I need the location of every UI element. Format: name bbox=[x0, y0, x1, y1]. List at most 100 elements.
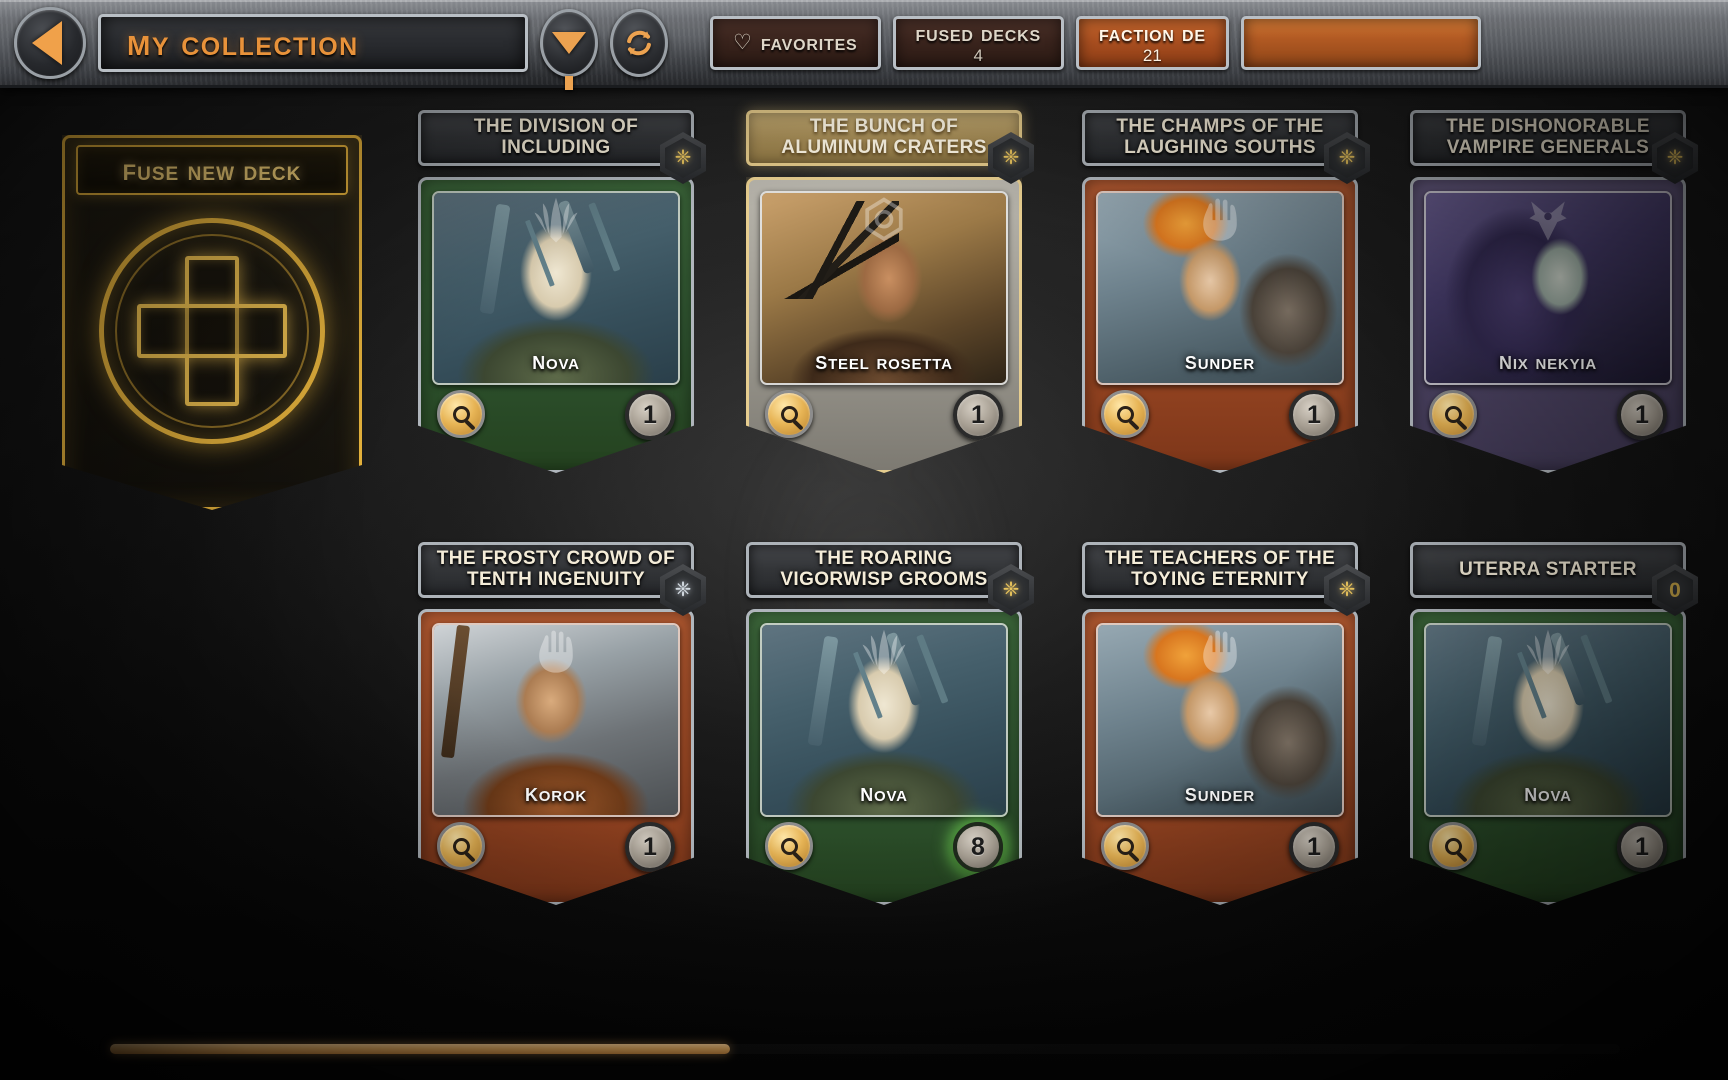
deck-count-badge[interactable]: 1 bbox=[1289, 822, 1339, 872]
deck-card-footer: 1 bbox=[1085, 810, 1355, 902]
rarity-glyph: 0 bbox=[1669, 578, 1681, 602]
deck-title-label: The Teachers of the Toying Eternity bbox=[1104, 548, 1336, 590]
refresh-button[interactable] bbox=[610, 8, 668, 77]
deck-card-footer: 1 bbox=[421, 378, 691, 470]
tab-faction-decks-count: 21 bbox=[1142, 45, 1162, 65]
top-navigation-bar: My Collection ♡ Favorites Fused Decks 4 bbox=[0, 0, 1728, 90]
rarity-glyph: ❈ bbox=[674, 579, 692, 601]
deck-card[interactable]: The Bunch of Aluminum Craters Steel Roset… bbox=[746, 110, 1034, 473]
rarity-glyph: ❈ bbox=[1002, 579, 1020, 601]
deck-row-bottom: The Frosty Crowd of Tenth Ingenuity Korok… bbox=[0, 542, 1728, 922]
rarity-glyph: ❈ bbox=[1666, 147, 1684, 169]
deck-card[interactable]: The Champs of the Laughing Souths Sunder 1… bbox=[1082, 110, 1370, 473]
horizontal-scrollbar-track[interactable] bbox=[110, 1044, 1620, 1054]
deck-title-label: The Bunch of Aluminum Craters bbox=[781, 116, 987, 158]
page-title-plate: My Collection bbox=[98, 13, 528, 72]
deck-count-badge[interactable]: 1 bbox=[625, 822, 675, 872]
deck-count-value: 1 bbox=[971, 400, 985, 429]
deck-title-label: The Champs of the Laughing Souths bbox=[1116, 116, 1324, 158]
magnifier-icon[interactable] bbox=[1429, 390, 1477, 438]
refresh-icon bbox=[627, 30, 651, 55]
rarity-glyph: ❈ bbox=[674, 147, 692, 169]
deck-count-badge[interactable]: 1 bbox=[1617, 390, 1667, 440]
deck-card-body[interactable]: Steel Rosetta 1 bbox=[746, 177, 1022, 473]
faction-symbol-icon bbox=[528, 194, 584, 244]
hero-name: Steel Rosetta bbox=[815, 345, 953, 375]
deck-title-plate[interactable]: The Frosty Crowd of Tenth Ingenuity bbox=[418, 542, 694, 598]
deck-card-body[interactable]: Sunder 1 bbox=[1082, 177, 1358, 473]
horizontal-scrollbar-thumb[interactable] bbox=[110, 1044, 730, 1054]
rarity-glyph: ❈ bbox=[1338, 579, 1356, 601]
hero-name: Nova bbox=[860, 777, 908, 807]
magnifier-icon[interactable] bbox=[765, 822, 813, 870]
deck-count-badge[interactable]: 1 bbox=[1289, 390, 1339, 440]
faction-symbol-icon bbox=[856, 194, 912, 244]
magnifier-icon[interactable] bbox=[437, 822, 485, 870]
deck-card[interactable]: The Dishonorable Vampire Generals Nix Nek… bbox=[1410, 110, 1698, 473]
back-arrow-icon bbox=[32, 20, 62, 65]
magnifier-icon[interactable] bbox=[437, 390, 485, 438]
tab-favorites[interactable]: ♡ Favorites bbox=[710, 15, 881, 70]
tab-faction-decks-label: Faction De bbox=[1098, 19, 1206, 46]
fuse-card-title-plate: Fuse New Deck bbox=[76, 145, 348, 195]
deck-count-value: 1 bbox=[1635, 832, 1649, 861]
deck-title-plate[interactable]: The Champs of the Laughing Souths bbox=[1082, 110, 1358, 166]
tab-favorites-label: Favorites bbox=[760, 29, 858, 55]
tab-fused-decks-count: 4 bbox=[973, 45, 983, 65]
back-button[interactable] bbox=[14, 6, 86, 79]
faction-symbol-icon bbox=[1520, 626, 1576, 676]
tab-fused-decks[interactable]: Fused Decks 4 bbox=[892, 15, 1064, 70]
faction-symbol-icon bbox=[856, 626, 912, 676]
heart-icon: ♡ bbox=[733, 31, 752, 54]
tab-extra[interactable] bbox=[1240, 15, 1481, 70]
deck-card[interactable]: Uterra Starter Nova 1 0 bbox=[1410, 542, 1698, 905]
deck-title-plate[interactable]: The Division of Including bbox=[418, 110, 694, 166]
deck-count-badge[interactable]: 1 bbox=[953, 390, 1003, 440]
deck-count-badge[interactable]: 8 bbox=[953, 822, 1003, 872]
magnifier-icon[interactable] bbox=[1101, 822, 1149, 870]
deck-title-label: Uterra Starter bbox=[1459, 558, 1637, 580]
deck-card-footer: 1 bbox=[1413, 378, 1683, 470]
hero-name: Nova bbox=[532, 345, 580, 375]
hero-name: Nix Nekyia bbox=[1499, 345, 1597, 375]
deck-title-plate[interactable]: The Dishonorable Vampire Generals bbox=[1410, 110, 1686, 166]
deck-card[interactable]: The Frosty Crowd of Tenth Ingenuity Korok… bbox=[418, 542, 706, 905]
tab-fused-decks-label: Fused Decks bbox=[915, 19, 1041, 46]
deck-count-badge[interactable]: 1 bbox=[1617, 822, 1667, 872]
deck-title-plate[interactable]: Uterra Starter bbox=[1410, 542, 1686, 598]
deck-card-body[interactable]: Sunder 1 bbox=[1082, 609, 1358, 905]
deck-count-badge[interactable]: 1 bbox=[625, 390, 675, 440]
plus-icon-cross bbox=[137, 304, 287, 358]
funnel-filter-icon bbox=[552, 31, 586, 90]
deck-card-footer: 1 bbox=[421, 810, 691, 902]
faction-symbol-icon bbox=[528, 626, 584, 676]
deck-title-label: The Frosty Crowd of Tenth Ingenuity bbox=[436, 548, 676, 590]
deck-card-footer: 8 bbox=[749, 810, 1019, 902]
deck-title-label: The Division of Including bbox=[473, 116, 639, 158]
hero-name: Sunder bbox=[1184, 777, 1256, 807]
hero-name: Korok bbox=[524, 777, 587, 807]
deck-card-body[interactable]: Nova 1 bbox=[1410, 609, 1686, 905]
magnifier-icon[interactable] bbox=[1101, 390, 1149, 438]
tab-faction-decks[interactable]: Faction De 21 bbox=[1075, 15, 1229, 70]
deck-card-body[interactable]: Nova 1 bbox=[418, 177, 694, 473]
deck-card-body[interactable]: Korok 1 bbox=[418, 609, 694, 905]
filter-button[interactable] bbox=[540, 8, 598, 90]
deck-count-value: 1 bbox=[1307, 400, 1321, 429]
deck-card[interactable]: The Roaring Vigorwisp Grooms Nova 8 ❈ bbox=[746, 542, 1034, 905]
deck-card[interactable]: The Teachers of the Toying Eternity Sunde… bbox=[1082, 542, 1370, 905]
deck-count-value: 1 bbox=[1307, 832, 1321, 861]
deck-card-footer: 1 bbox=[749, 378, 1019, 470]
deck-title-plate[interactable]: The Bunch of Aluminum Craters bbox=[746, 110, 1022, 166]
deck-title-label: The Dishonorable Vampire Generals bbox=[1446, 116, 1650, 158]
deck-count-value: 8 bbox=[971, 832, 985, 861]
deck-card[interactable]: The Division of Including Nova 1 ❈ bbox=[418, 110, 706, 473]
deck-title-label: The Roaring Vigorwisp Grooms bbox=[780, 548, 988, 590]
deck-card-body[interactable]: Nix Nekyia 1 bbox=[1410, 177, 1686, 473]
magnifier-icon[interactable] bbox=[765, 390, 813, 438]
magnifier-icon[interactable] bbox=[1429, 822, 1477, 870]
fuse-new-deck-card[interactable]: Fuse New Deck bbox=[62, 135, 362, 510]
deck-card-body[interactable]: Nova 8 bbox=[746, 609, 1022, 905]
deck-title-plate[interactable]: The Roaring Vigorwisp Grooms bbox=[746, 542, 1022, 598]
deck-title-plate[interactable]: The Teachers of the Toying Eternity bbox=[1082, 542, 1358, 598]
